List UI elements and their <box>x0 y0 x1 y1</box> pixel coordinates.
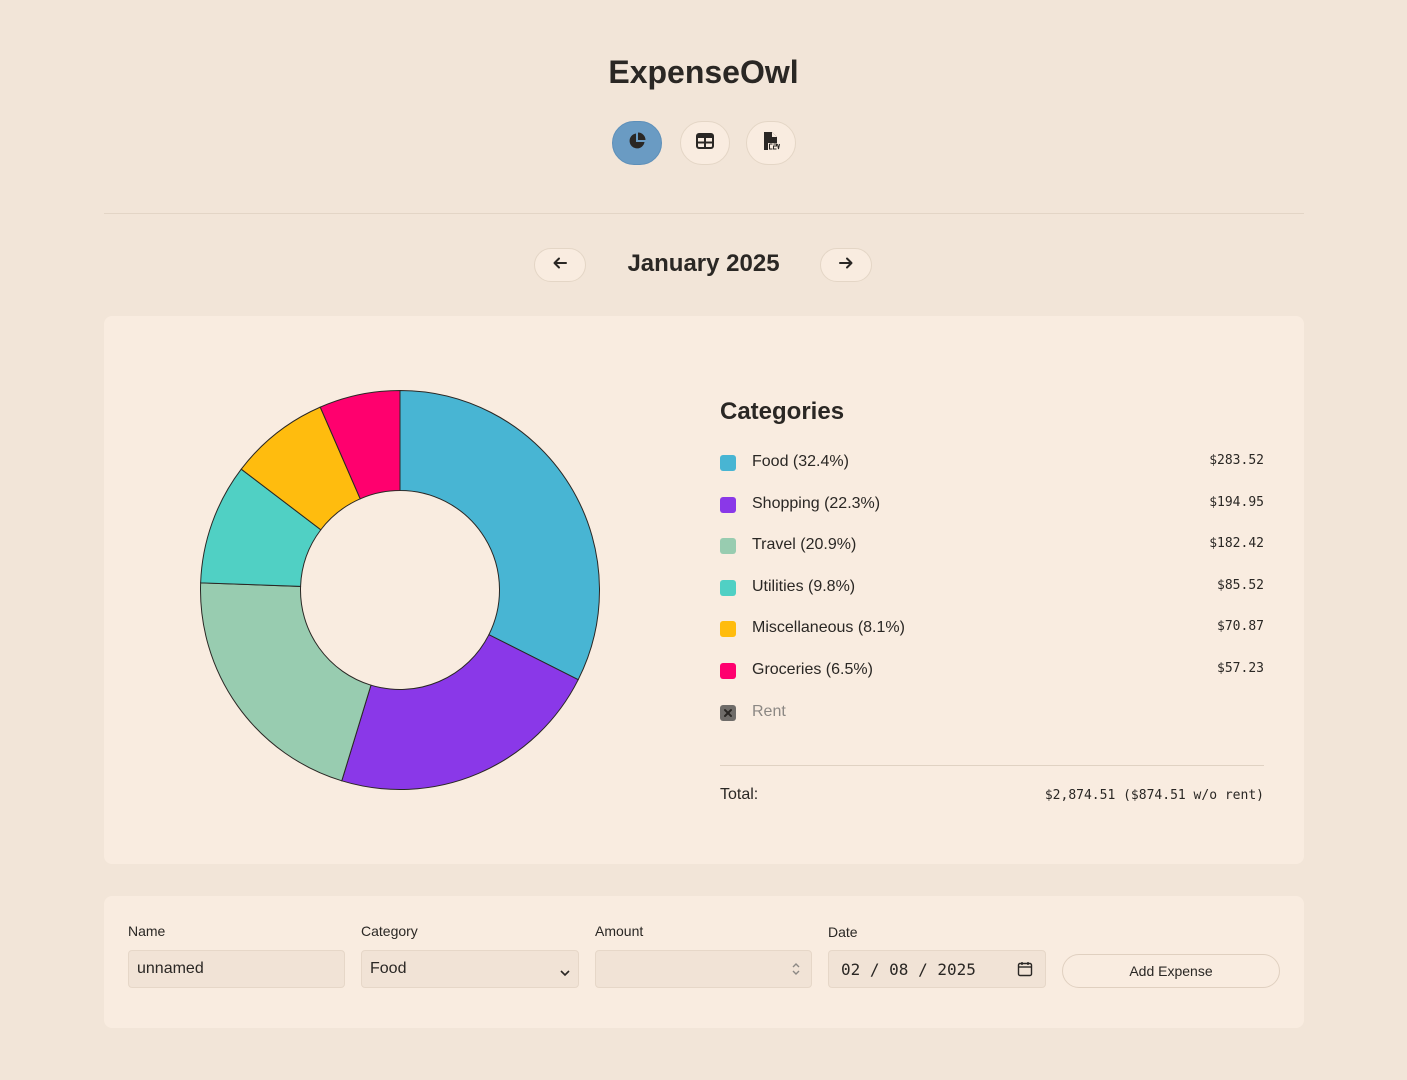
add-expense-button[interactable]: Add Expense <box>1062 954 1280 988</box>
legend-amount: $70.87 <box>1217 619 1264 635</box>
legend-swatch-hidden <box>720 704 736 721</box>
date-input-value: 02 / 08 / 2025 <box>841 959 976 979</box>
calendar-icon[interactable] <box>1017 961 1033 981</box>
add-expense-form: Name unnamed Category Food Amount Date 0… <box>104 896 1304 1028</box>
x-icon <box>724 708 732 717</box>
chart-view-button[interactable] <box>612 121 662 165</box>
legend-label: Food (32.4%) <box>752 453 849 470</box>
arrow-left-icon <box>553 256 567 275</box>
name-label: Name <box>128 923 166 939</box>
legend-amount: $85.52 <box>1217 577 1264 593</box>
name-input-value: unnamed <box>137 960 204 977</box>
legend-swatch <box>720 621 736 638</box>
export-csv-button[interactable] <box>746 121 796 165</box>
arrow-right-icon <box>839 256 853 275</box>
legend-label: Utilities (9.8%) <box>752 577 856 595</box>
donut-slice-food[interactable] <box>399 389 600 681</box>
csv-file-icon <box>762 131 780 156</box>
app-title: ExpenseOwl <box>608 54 799 90</box>
legend-amount: $57.23 <box>1217 660 1264 676</box>
stepper-icon[interactable] <box>791 961 801 982</box>
category-select[interactable]: Food <box>361 950 579 988</box>
legend-swatch <box>720 579 736 596</box>
name-input[interactable]: unnamed <box>128 950 345 988</box>
legend-label: Travel (20.9%) <box>752 536 857 554</box>
header-divider <box>104 213 1304 214</box>
legend-label: Rent <box>752 702 786 720</box>
total-value: $2,874.51 ($874.51 w/o rent) <box>1044 788 1264 803</box>
donut-chart <box>200 389 600 790</box>
legend-item-utilities[interactable]: Utilities (9.8%) $85.52 <box>720 571 1264 613</box>
legend-swatch <box>720 496 736 513</box>
legend-item-rent[interactable]: Rent <box>720 696 1264 738</box>
view-nav <box>0 121 1407 165</box>
chart-card: Categories Food (32.4%) $283.52 Shopping… <box>104 316 1304 864</box>
legend-item-miscellaneous[interactable]: Miscellaneous (8.1%) $70.87 <box>720 612 1264 654</box>
total-label: Total: <box>720 786 759 803</box>
pie-chart-icon <box>628 132 646 155</box>
legend-amount: $283.52 <box>1209 453 1264 468</box>
legend-amount: $182.42 <box>1209 536 1264 552</box>
date-label: Date <box>828 924 858 940</box>
legend-amount: $194.95 <box>1209 494 1264 510</box>
prev-month-button[interactable] <box>534 248 586 282</box>
legend-swatch <box>720 455 736 471</box>
table-icon <box>696 132 714 154</box>
amount-input[interactable] <box>595 950 812 988</box>
legend-label: Miscellaneous (8.1%) <box>752 619 905 637</box>
legend-item-shopping[interactable]: Shopping (22.3%) $194.95 <box>720 488 1264 530</box>
legend-title: Categories <box>720 398 845 425</box>
legend-item-groceries[interactable]: Groceries (6.5%) $57.23 <box>720 654 1264 696</box>
date-input[interactable]: 02 / 08 / 2025 <box>828 950 1046 988</box>
amount-label: Amount <box>595 923 644 939</box>
chevron-down-icon <box>560 964 570 982</box>
total-divider <box>720 765 1264 766</box>
month-title: January 2025 <box>627 250 780 277</box>
legend-label: Groceries (6.5%) <box>752 660 873 678</box>
donut-slice-travel[interactable] <box>200 582 372 782</box>
category-label: Category <box>361 923 418 939</box>
month-nav: January 2025 <box>0 248 1407 282</box>
legend-item-travel[interactable]: Travel (20.9%) $182.42 <box>720 529 1264 571</box>
category-select-value: Food <box>370 960 407 977</box>
legend-label: Shopping (22.3%) <box>752 494 881 512</box>
legend-item-food[interactable]: Food (32.4%) $283.52 <box>720 446 1264 488</box>
legend-list: Food (32.4%) $283.52 Shopping (22.3%) $1… <box>720 446 1264 737</box>
legend-swatch <box>720 538 736 555</box>
next-month-button[interactable] <box>820 248 872 282</box>
table-view-button[interactable] <box>680 121 730 165</box>
legend-swatch <box>720 662 736 679</box>
